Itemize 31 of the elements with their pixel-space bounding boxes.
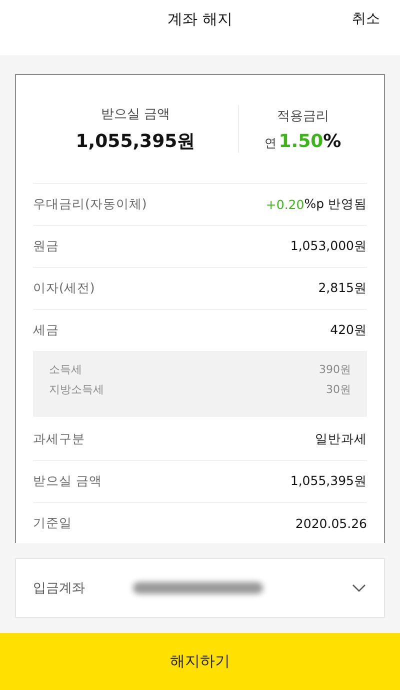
row-label: 받으실 금액 [33,473,102,490]
row-label: 세금 [33,322,59,339]
row-value: %p 반영됨 [304,196,367,213]
amount-value: 1,055,395원 [76,130,196,153]
rate-unit: % [323,130,342,152]
row-value: 1,053,000원 [290,238,367,255]
rate-bonus: +0.20 [266,197,304,212]
row-value: 1,055,395원 [290,473,367,490]
row-label: 기준일 [33,515,72,532]
rate-label: 적용금리 [276,108,329,124]
row-label: 과세구분 [33,431,85,448]
row-value: 2020.05.26 [295,516,367,531]
account-selector[interactable]: 입금계좌 [15,558,385,618]
row-label: 원금 [33,238,59,255]
breakdown-label: 소득세 [49,362,82,377]
row-value: 2,815원 [318,280,367,297]
breakdown-value: 30원 [326,382,351,397]
row-label: 이자(세전) [33,280,95,297]
row-value: 420원 [330,322,367,339]
cancel-button[interactable]: 취소 [350,8,382,30]
breakdown-value: 390원 [319,362,351,377]
row-value: 일반과세 [315,431,367,448]
breakdown-label: 지방소득세 [49,382,104,397]
rate-prefix: 연 [264,134,277,152]
row-label: 우대금리(자동이체) [33,196,147,213]
rate-value: 1.50 [278,130,324,152]
chevron-down-icon [352,584,366,592]
screen-title: 계좌 해지 [168,10,232,29]
amount-label: 받으실 금액 [100,106,170,123]
account-label: 입금계좌 [33,580,86,597]
terminate-button[interactable]: 해지하기 [0,633,400,690]
